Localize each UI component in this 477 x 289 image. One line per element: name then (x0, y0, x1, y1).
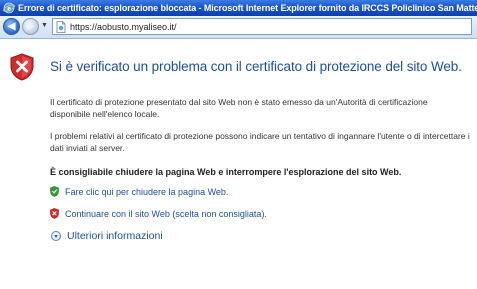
page-title: Si è verificato un problema con il certi… (50, 59, 462, 74)
risk-explanation-text: I problemi relativi al certificato di pr… (50, 131, 470, 153)
expand-circle-icon[interactable] (51, 231, 61, 241)
recommendation-text: È consigliabile chiudere la pagina Web e… (50, 167, 402, 177)
history-dropdown-icon[interactable]: ▼ (41, 21, 49, 31)
green-check-shield-icon (50, 186, 59, 197)
address-bar[interactable]: https://aobusto.myaliseo.it/ (52, 18, 472, 35)
page-icon (56, 20, 66, 33)
ie-logo-icon: e (3, 2, 15, 14)
error-page: Si è verificato un problema con il certi… (0, 39, 477, 289)
continue-to-site-link-label[interactable]: Continuare con il sito Web (scelta non c… (65, 209, 267, 219)
more-information-toggle[interactable]: Ulteriori informazioni (51, 230, 163, 242)
url-text[interactable]: https://aobusto.myaliseo.it/ (70, 22, 177, 32)
close-page-link[interactable]: Fare clic qui per chiudere la pagina Web… (50, 186, 228, 197)
back-button[interactable]: ◀ (3, 18, 20, 35)
title-bar: e Errore di certificato: esplorazione bl… (0, 0, 477, 16)
window-title: Errore di certificato: esplorazione bloc… (18, 3, 477, 13)
continue-to-site-link[interactable]: Continuare con il sito Web (scelta non c… (50, 208, 267, 219)
close-page-link-label[interactable]: Fare clic qui per chiudere la pagina Web… (65, 187, 228, 197)
more-information-label[interactable]: Ulteriori informazioni (67, 230, 163, 242)
forward-button[interactable]: ▶ (22, 18, 39, 35)
navigation-bar: ◀ ▶ ▼ https://aobusto.myaliseo.it/ (0, 16, 477, 39)
error-shield-icon (10, 53, 34, 81)
certificate-issue-text: Il certificato di protezione presentato … (50, 97, 428, 119)
red-x-shield-icon (50, 208, 59, 219)
